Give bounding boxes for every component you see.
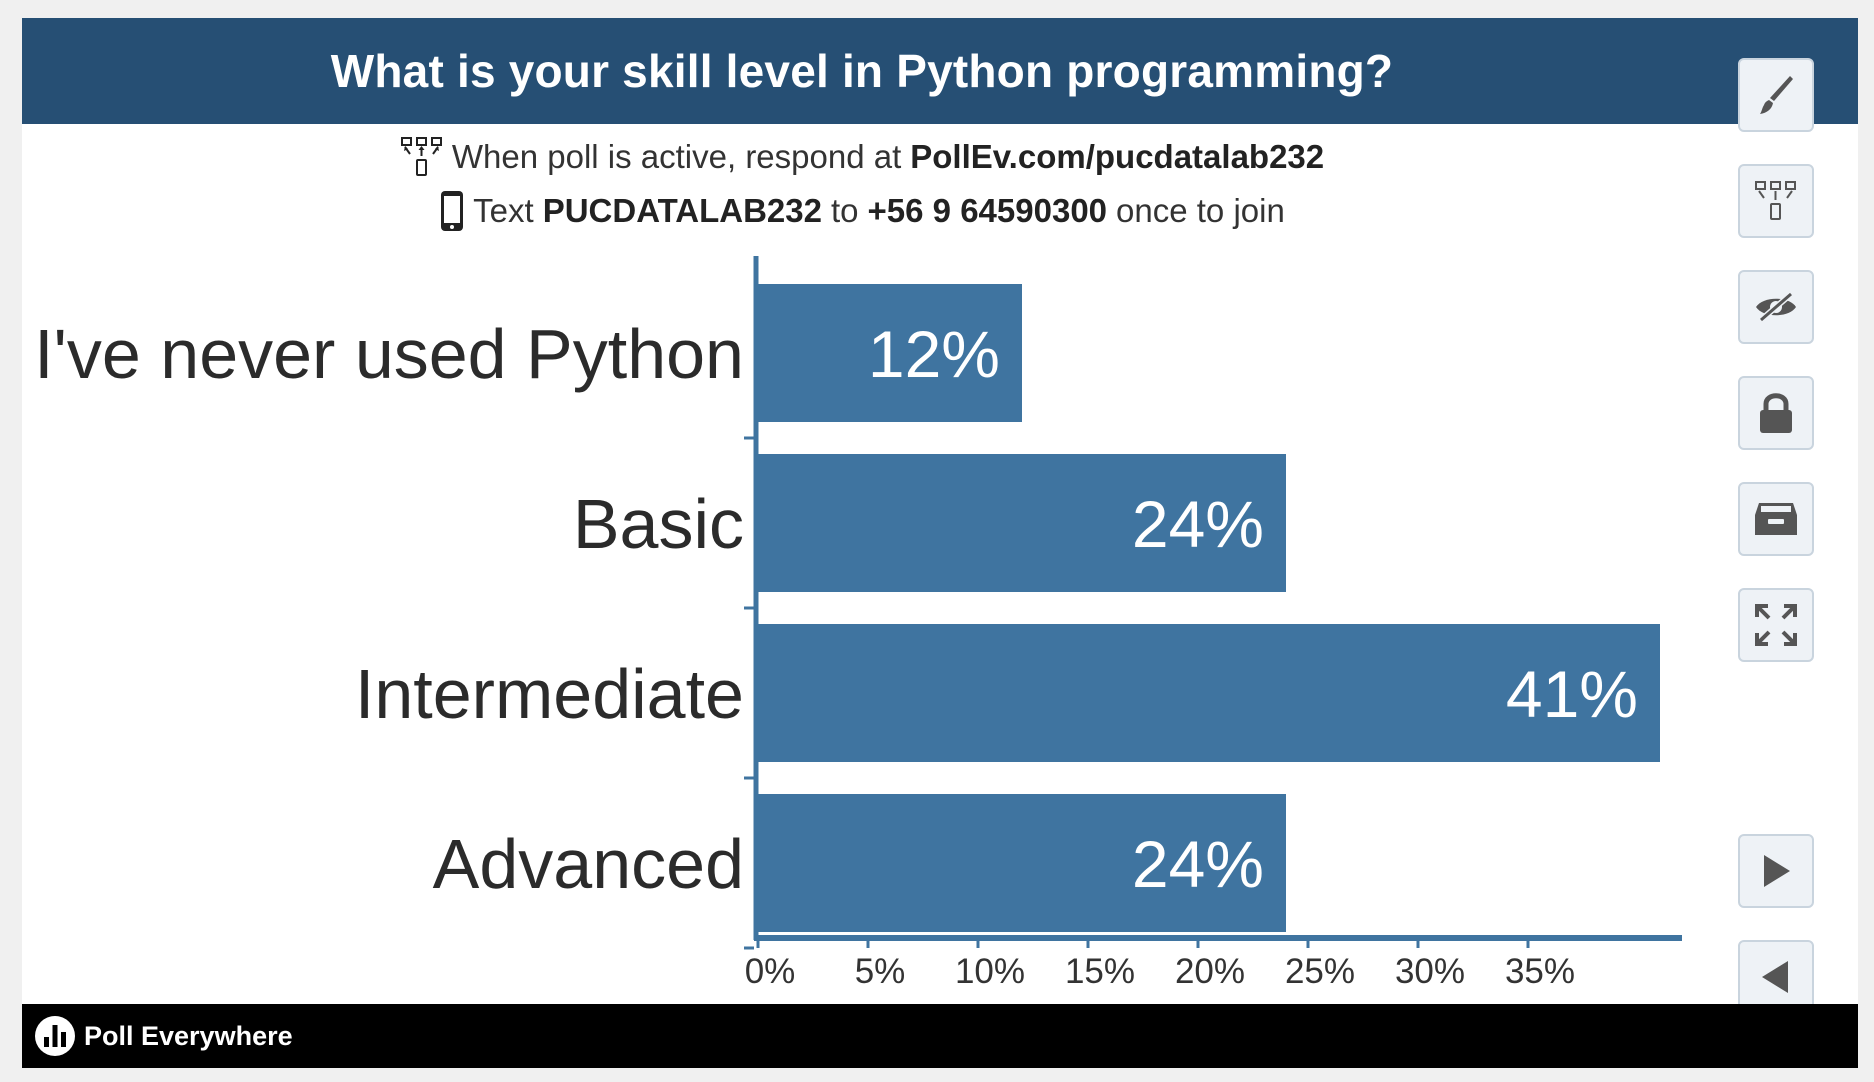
- bar-value-label: 24%: [1132, 487, 1264, 561]
- bar-value-label: 41%: [1506, 657, 1638, 731]
- next-icon: [1764, 855, 1790, 887]
- poll-frame: What is your skill level in Python progr…: [22, 18, 1858, 1068]
- x-tick-label: 30%: [1395, 952, 1465, 991]
- x-tick-label: 5%: [855, 952, 906, 991]
- bar-value-label: 24%: [1132, 827, 1264, 901]
- results-bar-chart: 12% I've never used Python 24% Basic 41% Inte…: [34, 256, 1682, 991]
- brush-button[interactable]: [1738, 58, 1814, 132]
- fullscreen-icon: [1755, 604, 1797, 646]
- poll-everywhere-logo-icon: [35, 1016, 75, 1056]
- x-tick-label: 20%: [1175, 952, 1245, 991]
- lock-icon: [1760, 393, 1792, 433]
- x-tick-label: 15%: [1065, 952, 1135, 991]
- response-options-icon: [1755, 181, 1796, 220]
- bar-value-label: 12%: [868, 317, 1000, 391]
- previous-button[interactable]: [1738, 940, 1814, 1014]
- lock-button[interactable]: [1738, 376, 1814, 450]
- category-label: Basic: [573, 485, 744, 563]
- x-tick-label: 0%: [745, 952, 796, 991]
- response-settings-button[interactable]: [1738, 164, 1814, 238]
- hide-responses-button[interactable]: [1738, 270, 1814, 344]
- category-label: Advanced: [433, 825, 744, 903]
- x-tick-label: 35%: [1505, 952, 1575, 991]
- x-tick-label: 25%: [1285, 952, 1355, 991]
- fullscreen-button[interactable]: [1738, 588, 1814, 662]
- x-tick-label: 10%: [955, 952, 1025, 991]
- previous-icon: [1762, 961, 1788, 993]
- next-button[interactable]: [1738, 834, 1814, 908]
- hide-responses-icon: [1756, 291, 1796, 323]
- category-label: Intermediate: [355, 655, 744, 733]
- category-label: I've never used Python: [34, 315, 744, 393]
- archive-icon: [1755, 503, 1797, 535]
- footer-bar: Poll Everywhere: [22, 1004, 1858, 1068]
- brush-icon: [1760, 76, 1793, 114]
- archive-button[interactable]: [1738, 482, 1814, 556]
- brand-name[interactable]: Poll Everywhere: [84, 1021, 293, 1052]
